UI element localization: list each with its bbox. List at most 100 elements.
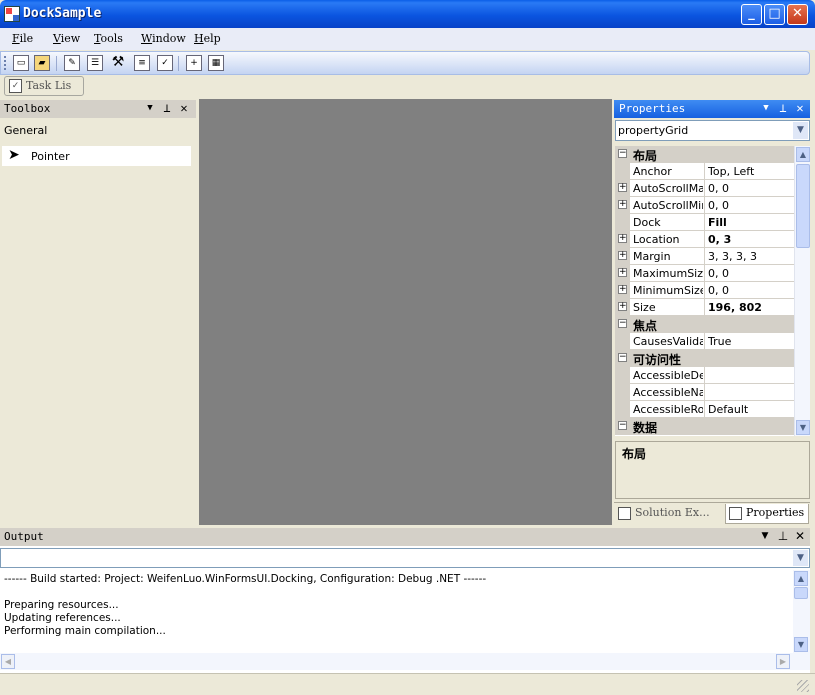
expand-icon[interactable]: + [618,268,627,277]
collapse-icon[interactable]: − [618,421,627,430]
output-source-dropdown[interactable]: ▼ [0,548,810,568]
new-document-icon[interactable]: + [186,55,202,71]
menu-window[interactable]: Window [141,32,186,45]
task-list-icon[interactable]: ✓ [157,55,173,71]
expand-icon[interactable]: + [618,251,627,260]
menu-view[interactable]: View [53,32,80,45]
category-row[interactable]: − 布局 [615,146,794,163]
property-row[interactable]: + MinimumSize 0, 0 [615,282,794,299]
property-row[interactable]: + Location 0, 3 [615,231,794,248]
menu-help[interactable]: Help [194,32,221,45]
maximize-button[interactable]: □ [764,4,785,25]
output-header[interactable]: Output ▼ ⊥ ✕ [0,528,810,546]
expand-icon[interactable]: + [618,234,627,243]
close-icon[interactable]: ✕ [793,529,807,543]
output-text[interactable]: ------ Build started: Project: WeifenLuo… [4,573,789,638]
minimize-icon: _ [748,6,755,21]
close-icon[interactable]: ✕ [177,101,191,115]
property-row[interactable]: CausesValidation True [615,333,794,350]
property-value[interactable] [704,367,794,383]
property-grid-scrollbar[interactable]: ▲ ▼ [794,146,810,436]
solution-explorer-icon[interactable]: ✎ [64,55,80,71]
property-row[interactable]: + Size 196, 802 [615,299,794,316]
toolbox-icon[interactable]: ⚒ [110,55,126,71]
pin-icon[interactable]: ⊥ [160,101,174,115]
property-row[interactable]: + AutoScrollMargin 0, 0 [615,180,794,197]
output-vertical-scrollbar[interactable]: ▲ ▼ [793,570,810,653]
toolbox-header[interactable]: Toolbox ▼ ⊥ ✕ [0,100,196,118]
category-row[interactable]: − 可访问性 [615,350,794,367]
chevron-down-icon[interactable]: ▼ [143,101,157,115]
category-name: 焦点 [633,319,658,333]
tab-solution-explorer[interactable]: Solution Ex... [615,504,723,524]
toolbox-group-general[interactable]: General [4,124,47,137]
chevron-down-icon[interactable]: ▼ [759,101,773,115]
property-row[interactable]: AccessibleRole Default [615,401,794,418]
property-value[interactable]: 0, 0 [704,265,794,281]
resize-grip-icon[interactable] [797,680,809,692]
menu-file[interactable]: File [12,32,33,45]
property-value[interactable]: 0, 3 [704,231,794,247]
property-row[interactable]: + AutoScrollMinSize 0, 0 [615,197,794,214]
properties-icon[interactable]: ☰ [87,55,103,71]
scroll-right-icon[interactable]: ▶ [776,654,790,669]
property-value[interactable]: 0, 0 [704,197,794,213]
expand-icon[interactable]: + [618,285,627,294]
close-button[interactable]: ✕ [787,4,808,25]
property-value[interactable]: Top, Left [704,163,794,179]
property-value[interactable]: True [704,333,794,349]
tab-properties[interactable]: Properties [725,504,809,524]
property-value[interactable]: 0, 0 [704,180,794,196]
expand-icon[interactable]: + [618,302,627,311]
property-name: AutoScrollMargin [633,182,703,195]
output-horizontal-scrollbar[interactable]: ◀ ▶ [0,653,810,670]
collapse-icon[interactable]: − [618,319,627,328]
scroll-left-icon[interactable]: ◀ [1,654,15,669]
scroll-thumb[interactable] [794,587,808,599]
pin-icon[interactable]: ⊥ [776,101,790,115]
minimize-button[interactable]: _ [741,4,762,25]
property-value[interactable]: 3, 3, 3, 3 [704,248,794,264]
property-value[interactable]: 0, 0 [704,282,794,298]
object-selector-dropdown[interactable]: propertyGrid ▼ [615,120,810,141]
property-row[interactable]: Anchor Top, Left [615,163,794,180]
property-value[interactable] [704,384,794,400]
new-file-icon[interactable]: ▭ [13,55,29,71]
app-icon[interactable] [4,6,20,22]
title-bar[interactable] [0,0,815,28]
close-icon[interactable]: ✕ [793,101,807,115]
toolbar-grip[interactable] [4,56,6,70]
scroll-up-icon[interactable]: ▲ [796,147,810,162]
property-row[interactable]: AccessibleDescription [615,367,794,384]
pin-icon[interactable]: ⊥ [776,529,790,543]
expand-icon[interactable]: + [618,200,627,209]
property-value[interactable]: Fill [704,214,794,230]
task-list-tab[interactable]: ✓ Task Lis [4,76,84,96]
property-row[interactable]: + MaximumSize 0, 0 [615,265,794,282]
scroll-up-icon[interactable]: ▲ [794,571,808,586]
collapse-icon[interactable]: − [618,353,627,362]
property-row[interactable]: Dock Fill [615,214,794,231]
chevron-down-icon[interactable]: ▼ [793,550,808,566]
open-folder-icon[interactable]: ▰ [34,55,50,71]
property-row[interactable]: AccessibleName [615,384,794,401]
scroll-down-icon[interactable]: ▼ [796,420,810,435]
property-name: Dock [633,216,661,229]
chevron-down-icon[interactable]: ▼ [793,122,808,139]
category-row[interactable]: − 数据 [615,418,794,435]
category-row[interactable]: − 焦点 [615,316,794,333]
layout-icon[interactable]: ▦ [208,55,224,71]
toolbox-item-pointer[interactable]: ➤ Pointer [2,146,191,166]
expand-icon[interactable]: + [618,183,627,192]
output-icon[interactable]: ≡ [134,55,150,71]
menu-tools[interactable]: Tools [94,32,123,45]
chevron-down-icon[interactable]: ▼ [758,529,772,543]
property-row[interactable]: + Margin 3, 3, 3, 3 [615,248,794,265]
property-value[interactable]: 196, 802 [704,299,794,315]
collapse-icon[interactable]: − [618,149,627,158]
scroll-thumb[interactable] [796,164,810,248]
document-area[interactable] [199,99,612,525]
property-value[interactable]: Default [704,401,794,417]
scroll-down-icon[interactable]: ▼ [794,637,808,652]
properties-header[interactable]: Properties ▼ ⊥ ✕ [614,100,810,118]
